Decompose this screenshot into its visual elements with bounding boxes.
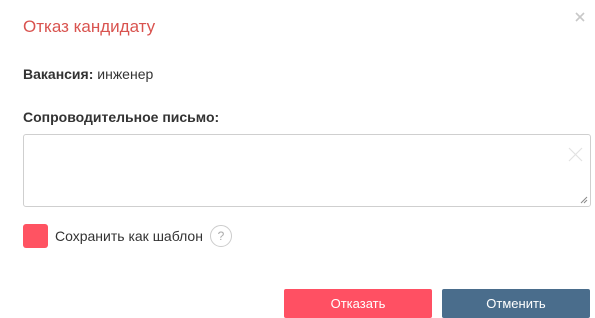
reject-candidate-dialog: Отказ кандидату Вакансия: инженер Сопров… [0, 0, 595, 318]
save-as-template-row: Сохранить как шаблон ? [23, 224, 232, 248]
vacancy-row: Вакансия: инженер [23, 66, 153, 82]
vacancy-value: инженер [97, 66, 154, 82]
help-icon[interactable]: ? [209, 225, 232, 247]
save-as-template-checkbox[interactable] [23, 224, 48, 248]
dialog-title: Отказ кандидату [23, 17, 156, 36]
close-icon[interactable] [574, 11, 586, 23]
clear-icon[interactable] [567, 146, 584, 163]
cover-letter-field[interactable] [23, 134, 591, 207]
save-as-template-label[interactable]: Сохранить как шаблон [55, 228, 203, 244]
cancel-button[interactable]: Отменить [442, 289, 590, 318]
cover-letter-label: Сопроводительное письмо: [23, 109, 220, 125]
vacancy-label: Вакансия: [23, 66, 94, 82]
resize-handle-icon[interactable] [580, 196, 588, 204]
reject-button[interactable]: Отказать [284, 289, 432, 318]
cover-letter-textarea[interactable] [24, 135, 590, 206]
